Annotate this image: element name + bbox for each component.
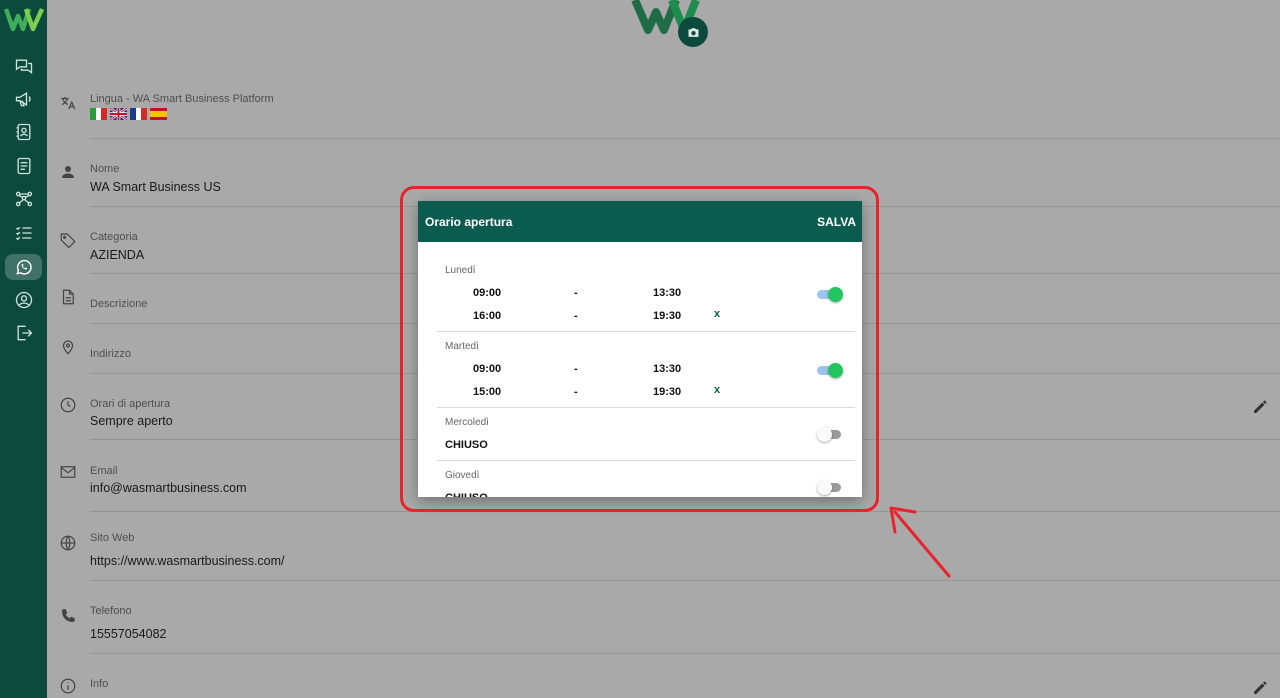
- tag-icon: [60, 233, 76, 249]
- name-value: WA Smart Business US: [90, 180, 221, 194]
- description-label: Descrizione: [90, 298, 148, 310]
- website-value: https://www.wasmartbusiness.com/: [90, 554, 285, 568]
- sidebar-item-profile[interactable]: [5, 287, 42, 313]
- phone-value: 15557054082: [90, 627, 167, 641]
- address-label: Indirizzo: [90, 348, 131, 360]
- email-value: info@wasmartbusiness.com: [90, 481, 247, 495]
- camera-icon: [688, 27, 698, 37]
- email-label: Email: [90, 465, 118, 477]
- name-label: Nome: [90, 163, 120, 175]
- document-icon: [62, 289, 74, 305]
- flag-es[interactable]: [150, 108, 167, 120]
- flag-it[interactable]: [90, 108, 108, 120]
- info-icon: [60, 678, 76, 694]
- sidebar-item-contacts[interactable]: [5, 119, 42, 145]
- category-label: Categoria: [90, 231, 138, 243]
- megaphone-icon: [15, 91, 31, 107]
- whatsapp-icon: [15, 259, 32, 275]
- template-icon: [17, 157, 30, 175]
- sidebar-item-chat[interactable]: [5, 53, 42, 79]
- website-label: Sito Web: [90, 532, 135, 544]
- opening-hours-value: Sempre aperto: [90, 414, 173, 428]
- phone-icon: [62, 609, 75, 622]
- sidebar: [0, 0, 47, 698]
- sidebar-item-whatsapp[interactable]: [5, 254, 42, 280]
- checklist-icon: [15, 226, 31, 241]
- highlight-frame: [400, 186, 879, 512]
- wa-logo[interactable]: [4, 6, 44, 32]
- sidebar-item-campaigns[interactable]: [5, 86, 42, 112]
- divider: [90, 580, 1280, 581]
- contacts-icon: [16, 123, 30, 141]
- annotation-arrow: [889, 506, 951, 578]
- divider: [90, 138, 1280, 139]
- edit-pencil-icon[interactable]: [1251, 679, 1269, 697]
- flag-fr[interactable]: [130, 108, 148, 120]
- language-label: Lingua - WA Smart Business Platform: [90, 93, 274, 105]
- profile-icon: [15, 291, 32, 309]
- opening-hours-label: Orari di apertura: [90, 398, 171, 410]
- sidebar-item-flows[interactable]: [5, 186, 42, 212]
- mail-icon: [60, 466, 76, 478]
- phone-label: Telefono: [90, 605, 132, 617]
- sidebar-item-logout[interactable]: [5, 320, 42, 346]
- flag-en[interactable]: [110, 108, 127, 120]
- logout-icon: [17, 325, 32, 341]
- change-photo-button[interactable]: [678, 17, 708, 47]
- info-label: Info: [90, 678, 109, 690]
- translate-icon: [61, 97, 76, 110]
- sidebar-item-templates[interactable]: [5, 153, 42, 179]
- person-icon: [62, 166, 74, 178]
- clock-icon: [60, 397, 76, 413]
- location-pin-icon: [62, 340, 74, 355]
- globe-icon: [60, 535, 76, 551]
- flow-icon: [15, 191, 32, 207]
- sidebar-item-checklist[interactable]: [5, 220, 42, 246]
- category-value: AZIENDA: [90, 248, 145, 262]
- divider: [90, 653, 1280, 654]
- chat-icon: [15, 59, 32, 74]
- edit-pencil-icon[interactable]: [1251, 398, 1269, 416]
- language-flags: [90, 108, 167, 120]
